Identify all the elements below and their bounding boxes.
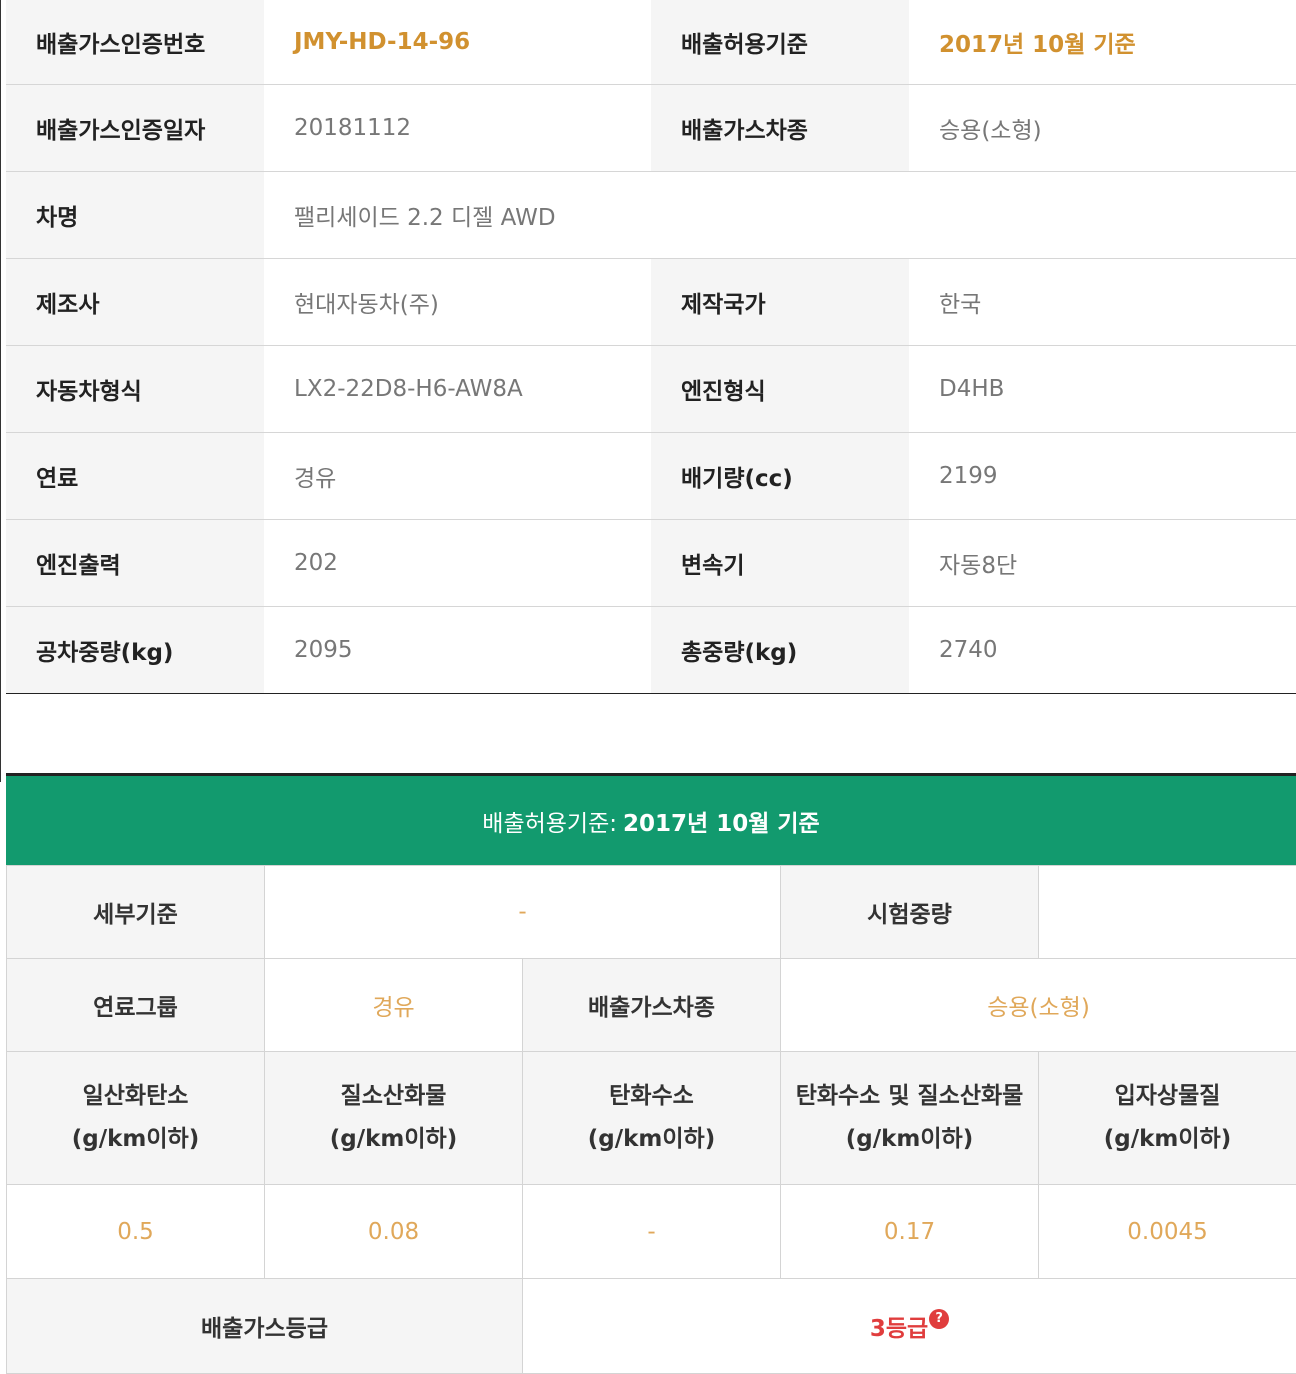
fuel-group-value: 경유 [265,959,523,1052]
grade-label: 배출가스등급 [7,1279,523,1374]
pollutant-header-hc-nox: 탄화수소 및 질소산화물 (g/km이하) [781,1052,1039,1185]
pollutant-name: 질소산화물 [341,1083,447,1109]
spec-row-vehicle-model-type: 자동차형식 LX2-22D8-H6-AW8A 엔진형식 D4HB [6,345,1296,432]
spec-label: 공차중량(kg) [6,606,264,693]
model-name-value: 팰리세이드 2.2 디젤 AWD [264,171,1296,258]
engine-power-value: 202 [264,519,651,606]
vehicle-type-value: 승용(소형) [909,84,1296,171]
spec-label: 차명 [6,171,264,258]
pollutant-unit: (g/km이하) [1104,1126,1231,1152]
spec-label: 총중량(kg) [651,606,909,693]
spec-row-cert-number: 배출가스인증번호 JMY-HD-14-96 배출허용기준 2017년 10월 기… [6,0,1296,84]
grade-row: 배출가스등급 3등급? [7,1279,1296,1374]
pollutant-value-row: 0.5 0.08 - 0.17 0.0045 [7,1185,1296,1279]
pollutant-unit: (g/km이하) [330,1126,457,1152]
displacement-value: 2199 [909,432,1296,519]
pollutant-header-pm: 입자상물질 (g/km이하) [1039,1052,1296,1185]
pollutant-value-hc: - [523,1185,781,1279]
spec-label: 배출허용기준 [651,0,909,84]
transmission-value: 자동8단 [909,519,1296,606]
cert-date-value: 20181112 [264,84,651,171]
spec-row-cert-date: 배출가스인증일자 20181112 배출가스차종 승용(소형) [6,84,1296,171]
spec-label: 변속기 [651,519,909,606]
spec-label: 엔진출력 [6,519,264,606]
vehicle-model-type-value: LX2-22D8-H6-AW8A [264,345,651,432]
country-value: 한국 [909,258,1296,345]
test-weight-value [1039,866,1296,959]
pollutant-name: 탄화수소 및 질소산화물 [796,1083,1024,1109]
pollutant-unit: (g/km이하) [588,1126,715,1152]
spec-row-manufacturer: 제조사 현대자동차(주) 제작국가 한국 [6,258,1296,345]
spec-row-model-name: 차명 팰리세이드 2.2 디젤 AWD [6,171,1296,258]
detail-label: 세부기준 [7,866,265,959]
grade-value: 3등급 [870,1316,928,1342]
spec-row-engine-power: 엔진출력 202 변속기 자동8단 [6,519,1296,606]
detail-value: - [265,866,781,959]
emission-standard-section: 배출허용기준: 2017년 10월 기준 세부기준 - 시험중량 연료그룹 경유… [6,773,1296,1374]
emission-standard-value: 2017년 10월 기준 [909,0,1296,84]
spec-label: 자동차형식 [6,345,264,432]
cert-number-value: JMY-HD-14-96 [264,0,651,84]
emission-header-prefix: 배출허용기준: [482,804,617,838]
emission-header-value: 2017년 10월 기준 [623,804,820,838]
spec-label: 배출가스인증일자 [6,84,264,171]
grade-cell: 3등급? [523,1279,1296,1374]
pollutant-unit: (g/km이하) [846,1126,973,1152]
spec-label: 연료 [6,432,264,519]
pollutant-unit: (g/km이하) [72,1126,199,1152]
pollutant-name: 입자상물질 [1115,1083,1221,1109]
pollutant-name: 일산화탄소 [83,1083,189,1109]
pollutant-header-nox: 질소산화물 (g/km이하) [265,1052,523,1185]
test-weight-label: 시험중량 [781,866,1039,959]
pollutant-value-co: 0.5 [7,1185,265,1279]
spec-row-weight: 공차중량(kg) 2095 총중량(kg) 2740 [6,606,1296,693]
spec-row-fuel: 연료 경유 배기량(cc) 2199 [6,432,1296,519]
spec-label: 배기량(cc) [651,432,909,519]
curb-weight-value: 2095 [264,606,651,693]
manufacturer-value: 현대자동차(주) [264,258,651,345]
pollutant-value-nox: 0.08 [265,1185,523,1279]
pollutant-value-hc-nox: 0.17 [781,1185,1039,1279]
detail-row: 세부기준 - 시험중량 [7,866,1296,959]
help-icon[interactable]: ? [929,1309,949,1329]
fuel-value: 경유 [264,432,651,519]
vehicle-spec-table: 배출가스인증번호 JMY-HD-14-96 배출허용기준 2017년 10월 기… [6,0,1296,694]
engine-type-value: D4HB [909,345,1296,432]
spec-label: 엔진형식 [651,345,909,432]
fuel-group-row: 연료그룹 경유 배출가스차종 승용(소형) [7,959,1296,1052]
emission-table: 세부기준 - 시험중량 연료그룹 경유 배출가스차종 승용(소형) 일산화탄소 (… [6,865,1296,1374]
spec-label: 배출가스인증번호 [6,0,264,84]
emission-vehicle-type-value: 승용(소형) [781,959,1296,1052]
spec-label: 배출가스차종 [651,84,909,171]
pollutant-header-row: 일산화탄소 (g/km이하) 질소산화물 (g/km이하) 탄화수소 (g/km이하)… [7,1052,1296,1185]
pollutant-value-pm: 0.0045 [1039,1185,1296,1279]
pollutant-name: 탄화수소 [609,1083,694,1109]
pollutant-header-co: 일산화탄소 (g/km이하) [7,1052,265,1185]
spec-label: 제작국가 [651,258,909,345]
emission-standard-header: 배출허용기준: 2017년 10월 기준 [6,773,1296,865]
fuel-group-label: 연료그룹 [7,959,265,1052]
gross-weight-value: 2740 [909,606,1296,693]
vehicle-type-label: 배출가스차종 [523,959,781,1052]
spec-label: 제조사 [6,258,264,345]
pollutant-header-hc: 탄화수소 (g/km이하) [523,1052,781,1185]
